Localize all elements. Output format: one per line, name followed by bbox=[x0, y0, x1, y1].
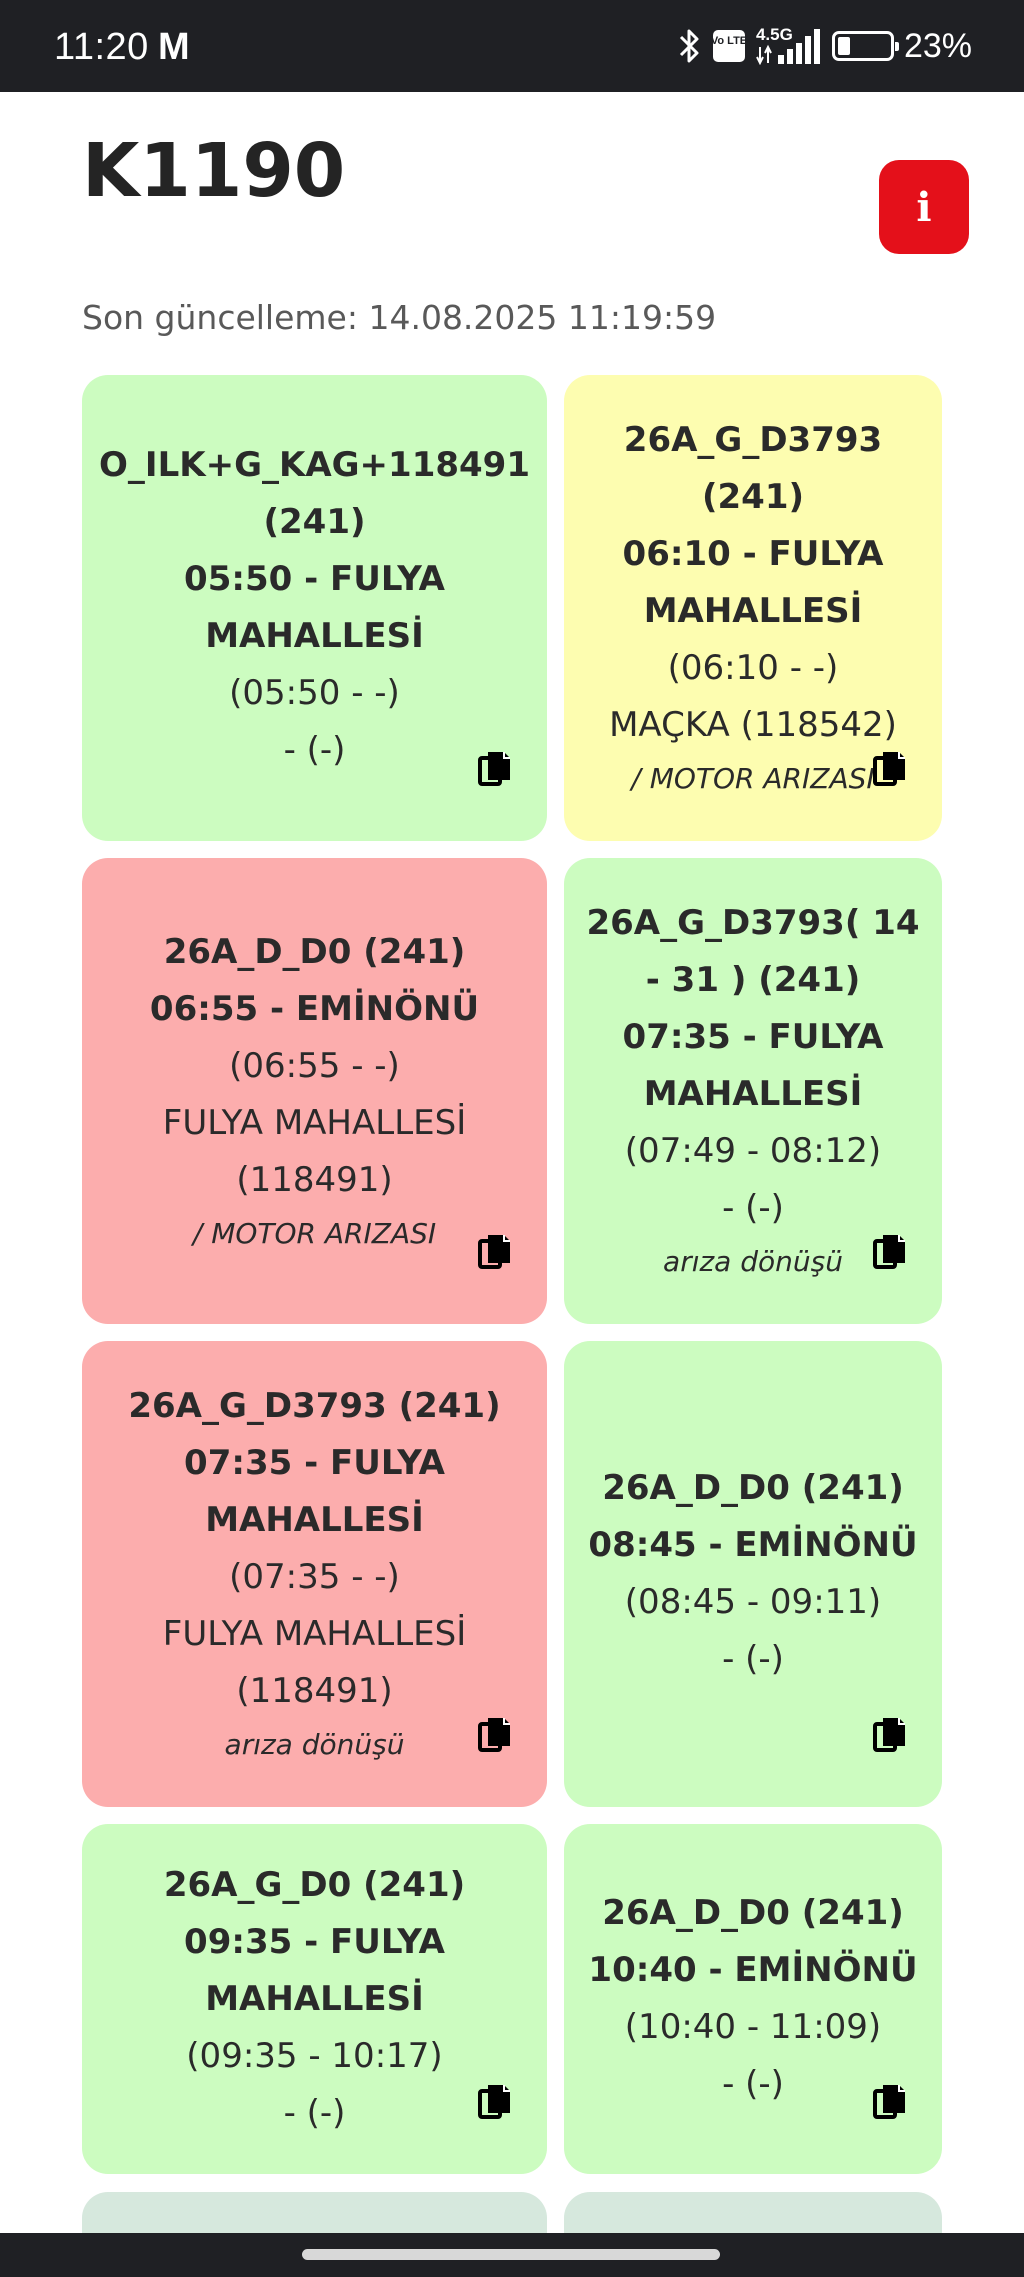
trip-title-line: 05:50 - FULYA bbox=[184, 559, 445, 599]
trip-title-line: 26A_D_D0 (241) bbox=[163, 931, 466, 972]
status-time: 11:20 bbox=[54, 26, 149, 68]
trip-title-line: MAHALLESİ bbox=[205, 616, 424, 656]
trip-detail-line: (09:35 - 10:17) bbox=[186, 2035, 443, 2076]
signal-4g-icon: 4.5G bbox=[756, 25, 822, 65]
trip-card[interactable]: 26A_D_D0 (241) 06:55 - EMİNÖNÜ (06:55 - -)… bbox=[82, 858, 547, 1324]
trip-detail-line: (06:10 - -) bbox=[667, 648, 839, 688]
last-updated-text: Son güncelleme: 14.08.2025 11:19:59 bbox=[82, 298, 717, 337]
copy-icon[interactable] bbox=[477, 1232, 513, 1272]
trip-detail-line: - (-) bbox=[283, 730, 346, 770]
trip-title-line: 07:35 - FULYA bbox=[184, 1443, 445, 1483]
trip-title-line: 09:35 - FULYA bbox=[184, 1921, 445, 1962]
trip-note: / MOTOR ARIZASI bbox=[192, 1216, 437, 1250]
navigation-bar bbox=[0, 2233, 1024, 2277]
battery-percent: 23% bbox=[903, 26, 972, 65]
trip-detail-line: (06:55 - -) bbox=[229, 1045, 400, 1086]
bluetooth-icon bbox=[679, 29, 699, 63]
notification-m-icon: M bbox=[158, 26, 190, 68]
trip-title-line: 26A_D_D0 (241) bbox=[602, 1468, 904, 1508]
trip-card[interactable]: 26A_G_D3793 (241) 07:35 - FULYA MAHALLESİ (… bbox=[82, 1341, 547, 1807]
copy-icon[interactable] bbox=[477, 2082, 513, 2122]
copy-icon[interactable] bbox=[872, 2082, 908, 2122]
svg-text:Vo LTE: Vo LTE bbox=[712, 35, 746, 47]
trip-detail-line: (05:50 - -) bbox=[229, 673, 400, 713]
trip-detail-line: (118491) bbox=[236, 1671, 393, 1711]
trip-title-line: MAHALLESİ bbox=[643, 591, 863, 631]
trip-note: / MOTOR ARIZASI bbox=[631, 762, 875, 795]
trip-title-line: O_ILK+G_KAG+118491 bbox=[99, 445, 530, 485]
trip-title-line: 10:40 - EMİNÖNÜ bbox=[588, 1950, 918, 1990]
trip-card[interactable]: 26A_D_D0 (241) 08:45 - EMİNÖNÜ (08:45 - 09… bbox=[564, 1341, 942, 1807]
copy-icon[interactable] bbox=[872, 1232, 908, 1272]
trip-detail-line: (118491) bbox=[236, 1159, 393, 1200]
trip-card-partial[interactable] bbox=[82, 2192, 547, 2233]
trip-title-line: 07:35 - FULYA bbox=[622, 1017, 884, 1057]
trip-title-line: 26A_G_D3793( 14 bbox=[586, 903, 920, 943]
trip-title-line: - 31 ) (241) bbox=[645, 960, 861, 1000]
home-gesture-handle[interactable] bbox=[302, 2249, 720, 2260]
trip-detail-line: (08:45 - 09:11) bbox=[624, 1582, 882, 1622]
trip-detail-line: MAÇKA (118542) bbox=[609, 705, 897, 745]
trip-detail-line: (10:40 - 11:09) bbox=[624, 2007, 882, 2047]
trip-card[interactable]: O_ILK+G_KAG+118491 (241) 05:50 - FULYA MAHA… bbox=[82, 375, 547, 841]
trip-detail-line: (07:49 - 08:12) bbox=[624, 1131, 882, 1171]
info-button[interactable]: i bbox=[879, 160, 969, 254]
trip-note: arıza dönüşü bbox=[663, 1245, 843, 1278]
info-icon: i bbox=[916, 183, 932, 231]
copy-icon[interactable] bbox=[872, 749, 908, 789]
trip-title-line: 06:10 - FULYA bbox=[622, 534, 884, 574]
battery-icon bbox=[831, 31, 899, 61]
trip-card[interactable]: 26A_G_D3793 (241) 06:10 - FULYA MAHALLESİ (0… bbox=[564, 375, 942, 841]
trip-detail-line: (07:35 - -) bbox=[229, 1557, 400, 1597]
trip-note: arıza dönüşü bbox=[224, 1728, 405, 1761]
trip-title-line: (241) bbox=[263, 502, 366, 542]
page-title: K1190 bbox=[82, 128, 346, 214]
trip-title-line: 06:55 - EMİNÖNÜ bbox=[149, 988, 480, 1029]
trip-card[interactable]: 26A_G_D0 (241) 09:35 - FULYA MAHALLESİ (09:… bbox=[82, 1824, 547, 2174]
copy-icon[interactable] bbox=[872, 1715, 908, 1755]
trip-title-line: 08:45 - EMİNÖNÜ bbox=[588, 1525, 918, 1565]
trip-title-line: 26A_G_D0 (241) bbox=[163, 1864, 466, 1905]
trip-detail-line: - (-) bbox=[722, 1188, 784, 1228]
trip-detail-line: - (-) bbox=[722, 2064, 784, 2104]
copy-icon[interactable] bbox=[477, 1715, 513, 1755]
copy-icon[interactable] bbox=[477, 749, 513, 789]
trip-detail-line: - (-) bbox=[722, 1639, 784, 1679]
status-bar: 11:20 M Vo LTE 4.5G 23% bbox=[0, 0, 1024, 92]
status-icons: Vo LTE 4.5G 23% bbox=[678, 24, 972, 68]
trip-title-line: 26A_G_D3793 bbox=[623, 420, 883, 460]
trip-detail-line: FULYA MAHALLESİ bbox=[162, 1614, 467, 1654]
trip-detail-line: - (-) bbox=[283, 2092, 346, 2133]
trip-card-partial[interactable] bbox=[564, 2192, 942, 2233]
trip-card[interactable]: 26A_G_D3793( 14 - 31 ) (241) 07:35 - FULYA… bbox=[564, 858, 942, 1324]
volte-icon: Vo LTE bbox=[712, 30, 746, 62]
trip-title-line: MAHALLESİ bbox=[205, 1500, 424, 1540]
trip-card[interactable]: 26A_D_D0 (241) 10:40 - EMİNÖNÜ (10:40 - 11… bbox=[564, 1824, 942, 2174]
trip-title-line: 26A_D_D0 (241) bbox=[602, 1893, 904, 1933]
trip-title-line: MAHALLESİ bbox=[205, 1978, 424, 2019]
trip-title-line: MAHALLESİ bbox=[643, 1074, 863, 1114]
trip-detail-line: FULYA MAHALLESİ bbox=[162, 1102, 467, 1143]
trip-title-line: (241) bbox=[701, 477, 805, 517]
trip-title-line: 26A_G_D3793 (241) bbox=[128, 1386, 501, 1426]
